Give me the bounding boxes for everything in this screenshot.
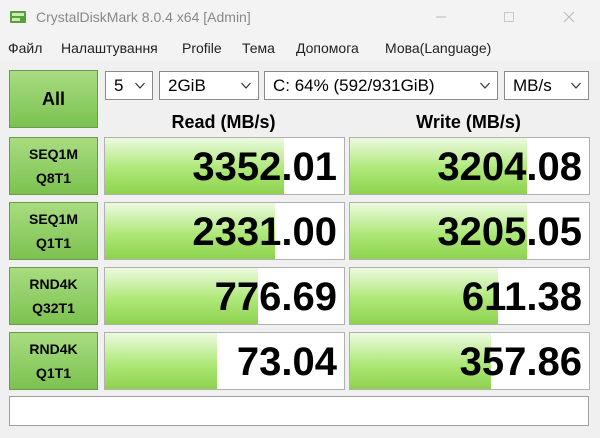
menu-help[interactable]: Допомога: [296, 40, 359, 56]
write-result-cell: 3205.05: [349, 202, 590, 260]
read-result-value: 3352.01: [192, 145, 337, 189]
menu-profile[interactable]: Profile: [182, 40, 222, 56]
test-seq1m-q8t1-button[interactable]: SEQ1M Q8T1: [9, 137, 98, 195]
test-size-value: 2GiB: [168, 76, 206, 95]
menu-language[interactable]: Мова(Language): [385, 40, 491, 56]
menu-file[interactable]: Файл: [8, 40, 42, 56]
run-all-button[interactable]: All: [9, 70, 98, 128]
test-label-line2: Q32T1: [32, 300, 75, 316]
test-count-value: 5: [114, 76, 124, 95]
test-label-line1: SEQ1M: [28, 146, 78, 162]
menu-theme[interactable]: Тема: [242, 40, 275, 56]
unit-value: MB/s: [513, 76, 552, 95]
chevron-down-icon: [135, 82, 145, 89]
read-result-value: 2331.00: [192, 210, 337, 254]
comment-field[interactable]: [9, 396, 589, 426]
minimize-icon: [436, 16, 446, 18]
test-rnd4k-q1t1-button[interactable]: RND4K Q1T1: [9, 332, 98, 390]
test-label-line2: Q1T1: [35, 365, 71, 381]
main-panel: All 5 2GiB C: 64% (592/931GiB) MB/s Read…: [0, 62, 600, 438]
read-column-header: Read (MB/s): [171, 112, 276, 132]
write-result-value: 357.86: [459, 340, 582, 384]
menu-settings[interactable]: Налаштування: [61, 40, 158, 56]
drive-select[interactable]: C: 64% (592/931GiB): [264, 71, 498, 100]
maximize-icon: [504, 12, 514, 22]
read-result-value: 73.04: [236, 340, 337, 384]
test-label-line1: RND4K: [29, 341, 78, 357]
write-result-cell: 357.86: [349, 332, 590, 390]
chevron-down-icon: [241, 82, 251, 89]
close-button[interactable]: [546, 0, 592, 34]
test-rnd4k-q32t1-button[interactable]: RND4K Q32T1: [9, 267, 98, 325]
write-result-cell: 611.38: [349, 267, 590, 325]
write-column-header: Write (MB/s): [416, 112, 521, 132]
write-result-cell: 3204.08: [349, 137, 590, 195]
test-seq1m-q1t1-button[interactable]: SEQ1M Q1T1: [9, 202, 98, 260]
chevron-down-icon: [571, 82, 581, 89]
test-label-line2: Q1T1: [35, 235, 71, 251]
minimize-button[interactable]: [418, 0, 464, 34]
read-result-cell: 776.69: [104, 267, 345, 325]
write-result-value: 3204.08: [437, 145, 582, 189]
close-icon: [563, 11, 575, 23]
drive-value: C: 64% (592/931GiB): [273, 76, 435, 95]
chevron-down-icon: [480, 82, 490, 89]
read-result-cell: 3352.01: [104, 137, 345, 195]
test-label-line1: SEQ1M: [28, 211, 78, 227]
test-count-select[interactable]: 5: [105, 71, 153, 100]
test-size-select[interactable]: 2GiB: [159, 71, 259, 100]
app-icon: [10, 11, 26, 23]
test-label-line1: RND4K: [29, 276, 78, 292]
read-result-cell: 2331.00: [104, 202, 345, 260]
read-result-value: 776.69: [214, 275, 337, 319]
maximize-button[interactable]: [486, 0, 532, 34]
read-progress-bar: [105, 333, 218, 389]
write-result-value: 611.38: [461, 275, 582, 319]
unit-select[interactable]: MB/s: [504, 71, 589, 100]
write-result-value: 3205.05: [437, 210, 582, 254]
menu-bar: Файл Налаштування Profile Тема Допомога …: [0, 34, 600, 62]
test-label-line2: Q8T1: [35, 170, 71, 186]
read-result-cell: 73.04: [104, 332, 345, 390]
window-title: CrystalDiskMark 8.0.4 x64 [Admin]: [36, 9, 251, 25]
title-bar: CrystalDiskMark 8.0.4 x64 [Admin]: [0, 0, 600, 34]
